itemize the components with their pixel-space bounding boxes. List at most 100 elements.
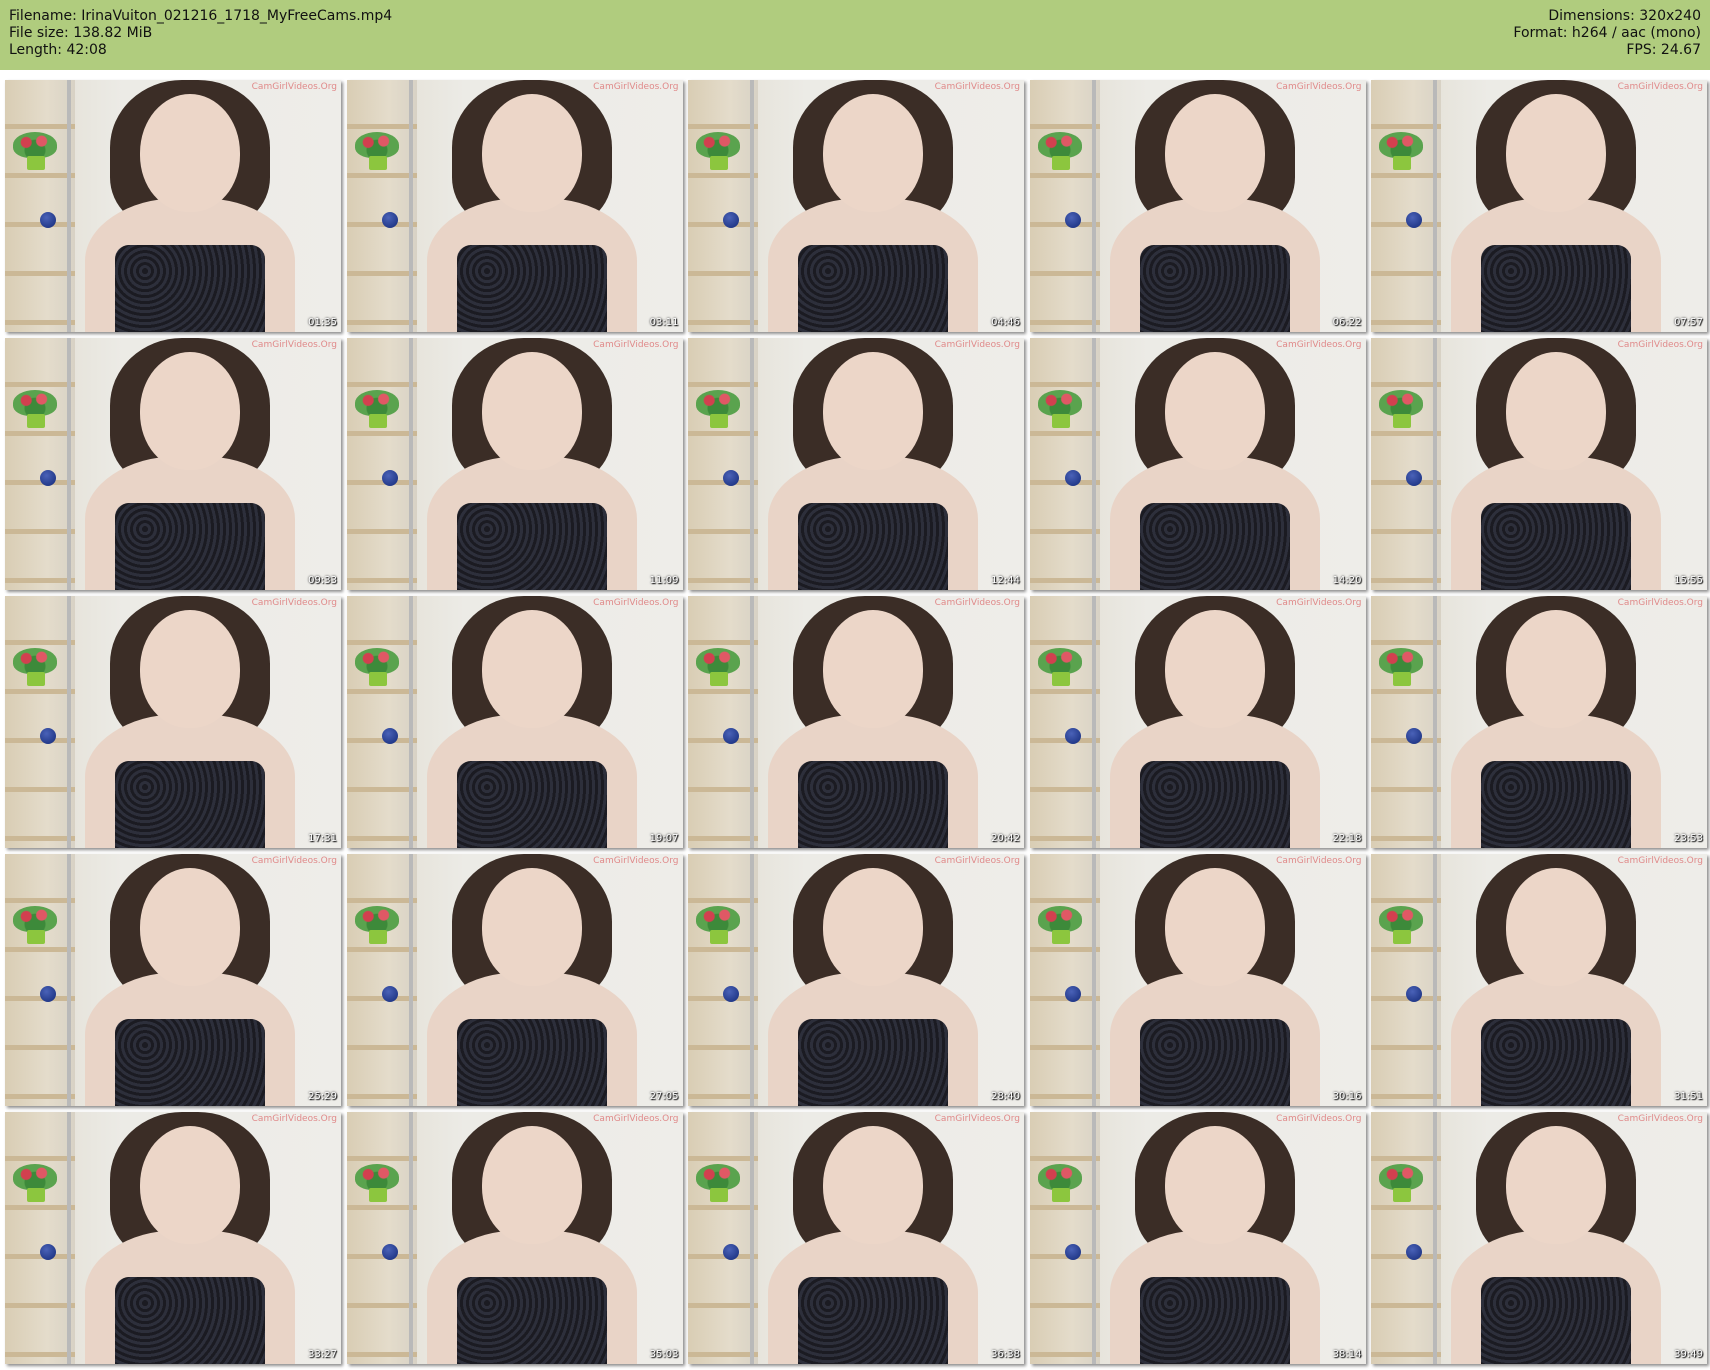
shelf-pole [1091, 80, 1096, 332]
flower-plant [13, 1164, 57, 1190]
shelf-background [1029, 596, 1100, 848]
shelf-pole [1433, 1112, 1437, 1364]
video-thumbnail: CamGirlVideos.Org 19:07 [346, 596, 683, 848]
video-thumbnail: CamGirlVideos.Org 35:03 [346, 1112, 683, 1364]
face-shape [1164, 352, 1265, 470]
shelf-background [5, 338, 75, 590]
flower-pot [1051, 414, 1070, 428]
lace-top-shape [456, 503, 607, 590]
flower-plant [696, 390, 740, 416]
fps-text: FPS: 24.67 [1626, 42, 1701, 58]
timestamp-label: 35:03 [649, 1349, 679, 1360]
shelf-background [346, 1112, 417, 1364]
lace-top-shape [115, 1019, 265, 1106]
flower-plant [696, 1164, 740, 1190]
timestamp-label: 38:14 [1332, 1349, 1362, 1360]
timestamp-label: 17:31 [308, 833, 337, 844]
shelf-background [688, 854, 758, 1106]
shelf-pole [67, 80, 71, 332]
shelf-pole [408, 338, 413, 590]
blue-ball-ornament [723, 1244, 739, 1260]
flower-plant [354, 1164, 399, 1190]
watermark-text: CamGirlVideos.Org [251, 598, 337, 608]
blue-ball-ornament [1064, 212, 1081, 228]
lace-top-shape [115, 245, 265, 332]
watermark-text: CamGirlVideos.Org [934, 340, 1020, 350]
flower-plant [1379, 1164, 1423, 1190]
flower-pot [1393, 156, 1411, 170]
flower-plant [1037, 1164, 1082, 1190]
shelf-background [5, 80, 75, 332]
timestamp-label: 28:40 [991, 1091, 1020, 1102]
blue-ball-ornament [723, 728, 739, 744]
shelf-background [1029, 854, 1100, 1106]
shelf-pole [67, 596, 71, 848]
face-shape [140, 352, 240, 470]
person-figure [1109, 854, 1320, 1106]
watermark-text: CamGirlVideos.Org [934, 856, 1020, 866]
blue-ball-ornament [1064, 728, 1081, 744]
flower-plant [354, 906, 399, 932]
video-thumbnail: CamGirlVideos.Org 22:18 [1029, 596, 1366, 848]
person-figure [768, 596, 978, 848]
video-thumbnail: CamGirlVideos.Org 20:42 [688, 596, 1024, 848]
timestamp-label: 30:16 [1332, 1091, 1362, 1102]
shelf-pole [408, 1112, 413, 1364]
watermark-text: CamGirlVideos.Org [1617, 340, 1703, 350]
flower-pot [710, 156, 728, 170]
shelf-pole [67, 338, 71, 590]
flower-plant [354, 648, 399, 674]
metadata-right: Dimensions: 320x240 Format: h264 / aac (… [1513, 8, 1701, 59]
shelf-pole [750, 854, 754, 1106]
flower-pot [368, 672, 387, 686]
blue-ball-ornament [1406, 728, 1422, 744]
flower-plant [13, 906, 57, 932]
flower-pot [27, 672, 45, 686]
timestamp-label: 25:29 [308, 1091, 337, 1102]
blue-ball-ornament [381, 470, 398, 486]
blue-ball-ornament [1406, 986, 1422, 1002]
watermark-text: CamGirlVideos.Org [1617, 598, 1703, 608]
timestamp-label: 01:35 [308, 317, 337, 328]
face-shape [481, 1126, 582, 1244]
shelf-background [1371, 80, 1441, 332]
face-shape [1506, 94, 1606, 212]
watermark-text: CamGirlVideos.Org [251, 340, 337, 350]
lace-top-shape [1139, 1277, 1290, 1364]
flower-pot [710, 414, 728, 428]
blue-ball-ornament [40, 986, 56, 1002]
shelf-background [1371, 596, 1441, 848]
shelf-background [688, 338, 758, 590]
watermark-text: CamGirlVideos.Org [1276, 82, 1362, 92]
person-figure [1109, 596, 1320, 848]
metadata-left: Filename: IrinaVuiton_021216_1718_MyFree… [9, 8, 392, 59]
video-thumbnail: CamGirlVideos.Org 36:38 [688, 1112, 1024, 1364]
timestamp-label: 19:07 [649, 833, 679, 844]
face-shape [823, 868, 923, 986]
shelf-background [346, 80, 417, 332]
flower-pot [368, 414, 387, 428]
lace-top-shape [1481, 761, 1631, 848]
flower-pot [710, 930, 728, 944]
shelf-pole [1091, 596, 1096, 848]
blue-ball-ornament [1406, 212, 1422, 228]
file-size-text: File size: 138.82 MiB [9, 25, 153, 41]
person-figure [768, 80, 978, 332]
timestamp-label: 31:51 [1674, 1091, 1703, 1102]
flower-plant [13, 390, 57, 416]
face-shape [1164, 94, 1265, 212]
video-thumbnail: CamGirlVideos.Org 07:57 [1371, 80, 1707, 332]
video-thumbnail: CamGirlVideos.Org 03:11 [346, 80, 683, 332]
filename-text: Filename: IrinaVuiton_021216_1718_MyFree… [9, 8, 393, 24]
person-figure [85, 1112, 295, 1364]
face-shape [1164, 1126, 1265, 1244]
watermark-text: CamGirlVideos.Org [934, 82, 1020, 92]
lace-top-shape [1139, 761, 1290, 848]
person-figure [1451, 854, 1661, 1106]
person-figure [426, 854, 637, 1106]
timestamp-label: 09:33 [308, 575, 337, 586]
flower-plant [1379, 648, 1423, 674]
flower-pot [27, 156, 45, 170]
timestamp-label: 11:09 [649, 575, 679, 586]
person-figure [1451, 1112, 1661, 1364]
